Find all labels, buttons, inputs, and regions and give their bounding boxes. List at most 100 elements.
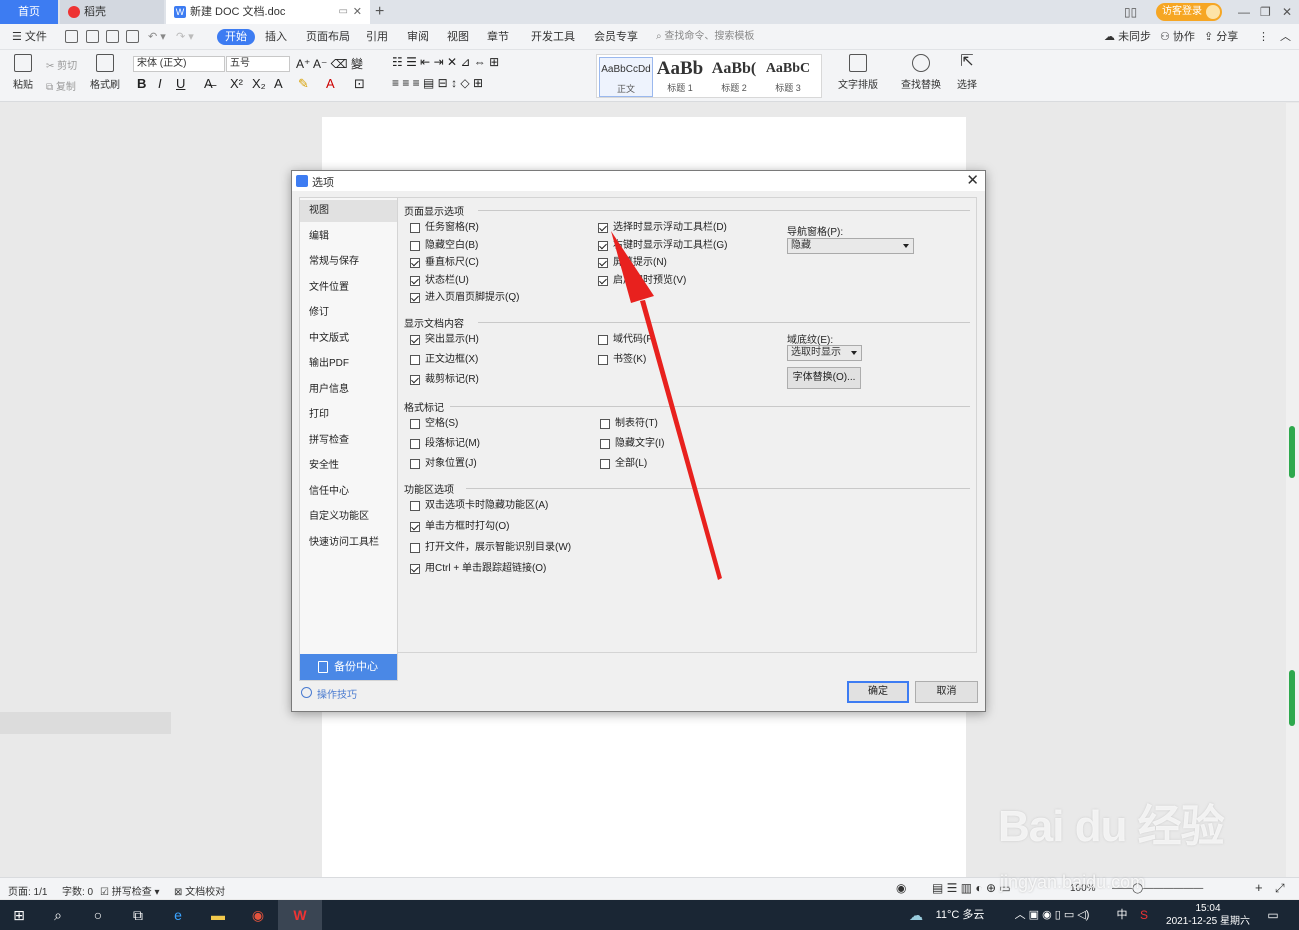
opt-vertical-ruler-checkbox[interactable]: [410, 258, 420, 268]
opt-click-box-check-checkbox[interactable]: [410, 522, 420, 532]
opt-dblclick-hide-ribbon-checkbox[interactable]: [410, 501, 420, 511]
eye-icon[interactable]: ◉: [896, 881, 906, 895]
nav-item-edit[interactable]: 编辑: [300, 226, 397, 248]
opt-all-marks-checkbox[interactable]: [600, 459, 610, 469]
opt-highlight-checkbox[interactable]: [410, 335, 420, 345]
chrome-icon[interactable]: ◉: [238, 900, 278, 930]
italic-button[interactable]: I: [158, 76, 162, 91]
cut-button[interactable]: ✂ 剪切: [46, 57, 77, 72]
tab-member[interactable]: 会员专享: [594, 29, 638, 45]
opt-paragraph-marks[interactable]: 段落标记(M): [410, 438, 480, 452]
redo-icon[interactable]: ↷ ▾: [176, 29, 194, 45]
spell-check-toggle[interactable]: ☑ 拼写检查 ▾: [100, 883, 160, 898]
opt-ctrl-click-link[interactable]: 用Ctrl + 单击跟踪超链接(O): [410, 563, 546, 577]
dialog-close-icon[interactable]: ✕: [966, 171, 979, 191]
export-icon[interactable]: [86, 30, 99, 43]
sogou-icon[interactable]: S: [1134, 900, 1154, 930]
notification-icon[interactable]: ▭: [1262, 900, 1284, 930]
opt-task-pane[interactable]: 任务窗格(R): [410, 222, 479, 236]
opt-crop-marks[interactable]: 裁剪标记(R): [410, 374, 479, 388]
ime-indicator[interactable]: 中: [1112, 900, 1132, 930]
font-size-select[interactable]: 五号: [226, 56, 290, 72]
collapse-ribbon-icon[interactable]: ︿: [1280, 29, 1291, 45]
tab-home[interactable]: 首页: [0, 0, 58, 24]
minimize-button[interactable]: —: [1238, 0, 1250, 24]
word-count[interactable]: 字数: 0: [62, 883, 93, 898]
clock[interactable]: 15:04 2021-12-25 星期六: [1160, 900, 1256, 930]
ie-icon[interactable]: e: [158, 900, 198, 930]
opt-text-border[interactable]: 正文边框(X): [410, 354, 478, 368]
opt-paragraph-marks-checkbox[interactable]: [410, 439, 420, 449]
opt-bookmarks-checkbox[interactable]: [598, 355, 608, 365]
file-menu[interactable]: ☰ 文件: [12, 29, 47, 45]
layout-icon[interactable]: ▯▯: [1124, 0, 1137, 24]
select-button[interactable]: ⇱ 选择: [953, 54, 981, 92]
strike-button[interactable]: A̶: [204, 76, 213, 91]
opt-task-pane-checkbox[interactable]: [410, 223, 420, 233]
align-buttons[interactable]: ≡ ≡ ≡ ▤ ⊟ ↕ ◇ ⊞: [392, 76, 483, 90]
weather-text[interactable]: 11°C 多云: [930, 900, 990, 930]
tab-references[interactable]: 引用: [366, 29, 388, 45]
opt-float-toolbar-rightclick[interactable]: 右键时显示浮动工具栏(G): [598, 240, 727, 254]
file-explorer-icon[interactable]: ▬: [198, 900, 238, 930]
vertical-scrollbar[interactable]: [1286, 103, 1299, 877]
superscript-button[interactable]: X²: [230, 76, 243, 91]
opt-all-marks[interactable]: 全部(L): [600, 458, 647, 472]
cortana-icon[interactable]: ○: [78, 900, 118, 930]
bold-button[interactable]: B: [137, 76, 146, 91]
field-shading-select[interactable]: 选取时显示: [787, 345, 862, 361]
nav-item-view[interactable]: 视图: [300, 200, 397, 222]
nav-item-user-info[interactable]: 用户信息: [300, 379, 397, 401]
opt-status-bar-checkbox[interactable]: [410, 276, 420, 286]
format-painter-button[interactable]: 格式刷: [88, 54, 122, 91]
save-icon[interactable]: [65, 30, 78, 43]
windows-start-icon[interactable]: ⊞: [0, 900, 38, 930]
nav-item-revision[interactable]: 修订: [300, 302, 397, 324]
tab-insert[interactable]: 插入: [265, 29, 287, 45]
opt-float-toolbar-select[interactable]: 选择时显示浮动工具栏(D): [598, 222, 727, 236]
close-tab-icon[interactable]: ✕: [353, 0, 362, 24]
ok-button[interactable]: 确定: [847, 681, 909, 703]
tab-daoke[interactable]: 稻壳: [60, 0, 164, 24]
text-layout-button[interactable]: 文字排版: [834, 54, 882, 91]
nav-item-customize-ribbon[interactable]: 自定义功能区: [300, 506, 397, 528]
opt-spaces-checkbox[interactable]: [410, 419, 420, 429]
opt-hidden-text[interactable]: 隐藏文字(I): [600, 438, 664, 452]
opt-spaces[interactable]: 空格(S): [410, 418, 458, 432]
operation-tips-link[interactable]: 操作技巧: [300, 686, 357, 701]
tab-view[interactable]: 视图: [447, 29, 469, 45]
nav-item-chinese-layout[interactable]: 中文版式: [300, 328, 397, 350]
opt-field-codes[interactable]: 域代码(F): [598, 334, 656, 348]
nav-item-quick-access[interactable]: 快速访问工具栏: [300, 532, 397, 554]
opt-object-anchors-checkbox[interactable]: [410, 459, 420, 469]
search-icon[interactable]: ⌕: [38, 900, 78, 930]
tab-chapter[interactable]: 章节: [487, 29, 509, 45]
nav-item-print[interactable]: 打印: [300, 404, 397, 426]
view-mode-icons[interactable]: ▤ ☰ ▥ ◐ ⊕ ▭: [932, 881, 1011, 895]
opt-tabs[interactable]: 制表符(T): [600, 418, 658, 432]
task-view-icon[interactable]: ⧉: [118, 900, 158, 930]
font-substitution-button[interactable]: 字体替换(O)...: [787, 367, 861, 389]
opt-status-bar[interactable]: 状态栏(U): [410, 275, 469, 289]
opt-float-toolbar-select-checkbox[interactable]: [598, 223, 608, 233]
print-icon[interactable]: [106, 30, 119, 43]
sync-button[interactable]: ☁ 未同步: [1104, 29, 1151, 45]
nav-pane-select[interactable]: 隐藏: [787, 238, 914, 254]
opt-object-anchors[interactable]: 对象位置(J): [410, 458, 477, 472]
clear-format-button[interactable]: A: [274, 76, 283, 91]
highlight-button[interactable]: ✎: [298, 76, 309, 92]
opt-crop-marks-checkbox[interactable]: [410, 375, 420, 385]
nav-item-general-save[interactable]: 常规与保存: [300, 251, 397, 273]
restore-button[interactable]: ❐: [1260, 0, 1271, 24]
opt-screen-tips[interactable]: 屏幕提示(N): [598, 257, 667, 271]
opt-bookmarks[interactable]: 书签(K): [598, 354, 646, 368]
tab-developer[interactable]: 开发工具: [531, 29, 575, 45]
nav-item-export-pdf[interactable]: 输出PDF: [300, 353, 397, 375]
font-color-button[interactable]: A: [326, 76, 335, 91]
font-tools[interactable]: A⁺ A⁻ ⌫ 變: [296, 55, 363, 72]
tray-icons[interactable]: ︿ ▣ ◉ ▯ ▭ ◁): [995, 900, 1109, 930]
tab-start[interactable]: 开始: [217, 29, 255, 45]
opt-smart-toc[interactable]: 打开文件，展示智能识别目录(W): [410, 542, 571, 556]
opt-header-footer-tip-checkbox[interactable]: [410, 293, 420, 303]
style-heading-1[interactable]: AaBb 标题 1: [653, 57, 707, 97]
